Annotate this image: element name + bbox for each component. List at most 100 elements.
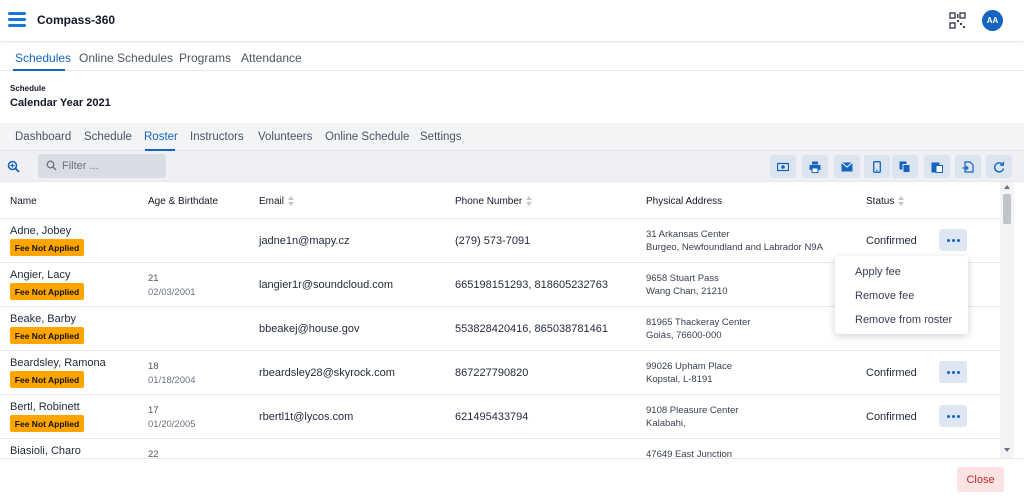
fee-status-badge: Fee Not Applied: [10, 327, 84, 344]
table-header: Name Age & Birthdate Email Phone Number …: [0, 182, 1000, 219]
app-title: Compass-360: [37, 13, 116, 27]
tab-instructors[interactable]: Instructors: [190, 131, 244, 143]
age-cell: 22: [148, 449, 159, 458]
age-cell: 18: [148, 361, 159, 372]
table-scrollbar[interactable]: [1000, 182, 1014, 458]
menu-icon[interactable]: [8, 12, 26, 28]
column-header-name[interactable]: Name: [10, 196, 37, 207]
sort-icon[interactable]: [898, 196, 905, 207]
participant-name: Bertl, Robinett: [10, 401, 80, 413]
email-button[interactable]: [834, 155, 860, 178]
column-header-email-label: Email: [259, 196, 285, 207]
avatar[interactable]: AA: [982, 10, 1003, 31]
phone-cell: 867227790820: [455, 367, 529, 379]
money-icon: [777, 162, 789, 171]
tab-attendance[interactable]: Attendance: [241, 51, 302, 65]
address-line-1: 31 Arkansas Center: [646, 229, 730, 240]
email-cell: bbeakej@house.gov: [259, 323, 360, 335]
phone-button[interactable]: [864, 155, 890, 178]
phone-icon: [873, 160, 881, 173]
refresh-button[interactable]: [986, 155, 1012, 178]
participant-name: Adne, Jobey: [10, 225, 72, 237]
print-icon: [809, 161, 821, 173]
status-cell: Confirmed: [866, 411, 917, 423]
fee-status-badge: Fee Not Applied: [10, 415, 84, 432]
export-icon: [962, 160, 974, 173]
scroll-down-icon[interactable]: [1004, 448, 1010, 452]
export-button[interactable]: [955, 155, 981, 178]
participant-name: Beardsley, Ramona: [10, 357, 106, 369]
column-header-email[interactable]: Email: [259, 196, 295, 207]
address-line-1: 47649 East Junction: [646, 449, 733, 458]
address-line-2: Kalabahi,: [646, 418, 686, 429]
address-line-1: 99026 Upham Place: [646, 361, 733, 372]
paste-button[interactable]: [924, 155, 950, 178]
birthdate-cell: 02/03/2001: [148, 287, 196, 298]
row-actions-button[interactable]: [939, 229, 967, 251]
phone-cell: 665198151293, 818605232763: [455, 279, 608, 291]
row-actions-menu: Apply fee Remove fee Remove from roster: [835, 256, 968, 334]
tab-dashboard[interactable]: Dashboard: [15, 131, 71, 143]
column-header-address[interactable]: Physical Address: [646, 196, 722, 207]
scroll-up-icon[interactable]: [1004, 185, 1010, 189]
print-button[interactable]: [802, 155, 828, 178]
row-actions-button[interactable]: [939, 361, 967, 383]
schedule-title: Calendar Year 2021: [10, 97, 111, 109]
sort-icon[interactable]: [526, 196, 533, 207]
table-row[interactable]: Biasioli, Charo 22 47649 East Junction: [0, 439, 1000, 458]
row-actions-button[interactable]: [939, 405, 967, 427]
fee-status-badge: Fee Not Applied: [10, 239, 84, 256]
fee-status-badge: Fee Not Applied: [10, 283, 84, 300]
top-bar: Compass-360 AA: [0, 0, 1024, 42]
address-line-1: 81965 Thackeray Center: [646, 317, 751, 328]
more-icon: [946, 414, 950, 418]
menu-item-remove-from-roster[interactable]: Remove from roster: [835, 308, 968, 332]
tab-schedules[interactable]: Schedules: [15, 51, 71, 65]
phone-cell: 553828420416, 865038781461: [455, 323, 608, 335]
tab-online-schedules[interactable]: Online Schedules: [79, 51, 173, 65]
column-header-age[interactable]: Age & Birthdate: [148, 196, 218, 207]
scroll-thumb[interactable]: [1003, 194, 1011, 224]
tab-volunteers[interactable]: Volunteers: [258, 131, 312, 143]
column-header-phone[interactable]: Phone Number: [455, 196, 533, 207]
birthdate-cell: 01/20/2005: [148, 419, 196, 430]
filter-field[interactable]: [38, 154, 166, 178]
address-line-1: 9108 Pleasure Center: [646, 405, 739, 416]
participant-name: Angier, Lacy: [10, 269, 71, 281]
age-cell: 17: [148, 405, 159, 416]
address-line-2: Kopstal, L-8191: [646, 374, 713, 385]
column-header-status-label: Status: [866, 196, 895, 207]
phone-cell: 621495433794: [455, 411, 529, 423]
birthdate-cell: 01/18/2004: [148, 375, 196, 386]
filter-input[interactable]: [62, 157, 162, 175]
more-icon: [946, 238, 950, 242]
email-icon: [841, 161, 853, 171]
tab-schedule[interactable]: Schedule: [84, 131, 132, 143]
active-tab-indicator: [13, 69, 65, 71]
close-button[interactable]: Close: [957, 467, 1004, 492]
participant-name: Beake, Barby: [10, 313, 77, 325]
copy-button[interactable]: [892, 155, 918, 178]
table-row[interactable]: Bertl, Robinett Fee Not Applied 17 01/20…: [0, 395, 1000, 439]
tab-roster[interactable]: Roster: [144, 131, 178, 143]
tab-programs[interactable]: Programs: [179, 51, 231, 65]
participant-name: Biasioli, Charo: [10, 445, 81, 457]
menu-item-apply-fee[interactable]: Apply fee: [835, 260, 968, 284]
copy-icon: [899, 161, 911, 173]
email-cell: jadne1n@mapy.cz: [259, 235, 350, 247]
tab-online-schedule[interactable]: Online Schedule: [325, 131, 409, 143]
zoom-in-icon[interactable]: [7, 160, 20, 173]
main-tabs: Schedules Online Schedules Programs Atte…: [0, 43, 1024, 71]
tab-settings[interactable]: Settings: [420, 131, 462, 143]
menu-item-remove-fee[interactable]: Remove fee: [835, 284, 968, 308]
roster-toolbar: [0, 151, 1024, 182]
money-button[interactable]: [770, 155, 796, 178]
address-line-2: Goiás, 76600-000: [646, 330, 722, 341]
sort-icon[interactable]: [288, 196, 295, 207]
dialog-footer: Close: [0, 458, 1024, 500]
qr-code-icon[interactable]: [949, 12, 966, 29]
table-row[interactable]: Beardsley, Ramona Fee Not Applied 18 01/…: [0, 351, 1000, 395]
email-cell: rbertl1t@lycos.com: [259, 411, 354, 423]
refresh-icon: [993, 161, 1005, 172]
column-header-status[interactable]: Status: [866, 196, 905, 207]
